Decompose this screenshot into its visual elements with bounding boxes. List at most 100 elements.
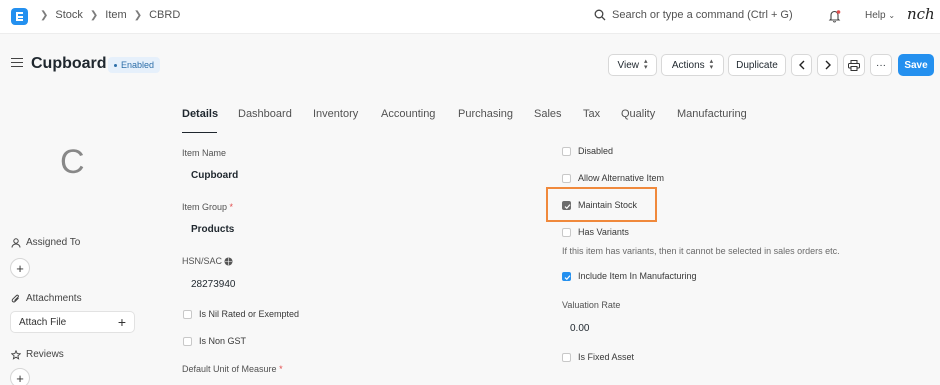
has-variants-checkbox[interactable]	[562, 228, 571, 237]
tab-dashboard[interactable]: Dashboard	[238, 108, 292, 120]
include-manufacturing-label: Include Item In Manufacturing	[578, 271, 697, 281]
search-placeholder: Search or type a command (Ctrl + G)	[612, 9, 793, 21]
assigned-to-heading: Assigned To	[11, 237, 80, 248]
maintain-stock-checkbox[interactable]	[562, 201, 571, 210]
tab-quality[interactable]: Quality	[621, 108, 655, 120]
active-tab-indicator	[182, 132, 217, 133]
check-icon	[564, 274, 570, 280]
nil-rated-checkbox[interactable]	[183, 310, 192, 319]
duplicate-label: Duplicate	[736, 59, 778, 71]
tab-inventory[interactable]: Inventory	[313, 108, 358, 120]
globe-icon	[224, 257, 233, 266]
tab-sales[interactable]: Sales	[534, 108, 562, 120]
app-logo[interactable]	[11, 8, 28, 25]
required-asterisk: *	[279, 364, 283, 374]
tab-manufacturing[interactable]: Manufacturing	[677, 108, 747, 120]
item-group-label: Item Group	[182, 202, 228, 212]
non-gst-checkbox[interactable]	[183, 337, 192, 346]
item-name-field[interactable]: Cupboard	[191, 170, 238, 181]
tab-accounting[interactable]: Accounting	[381, 108, 435, 120]
status-badge: Enabled	[108, 57, 161, 73]
item-group-label-wrap: Item Group *	[182, 202, 233, 212]
user-icon	[11, 237, 21, 248]
check-icon	[564, 203, 570, 209]
reviews-heading: Reviews	[11, 349, 64, 360]
plus-icon: +	[16, 260, 24, 276]
tab-details[interactable]: Details	[182, 108, 218, 120]
duplicate-button[interactable]: Duplicate	[728, 54, 786, 76]
actions-button[interactable]: Actions ▴ ▾	[661, 54, 724, 76]
hsn-label: HSN/SAC	[182, 256, 223, 266]
breadcrumb: ❯ Stock ❯ Item ❯ CBRD	[40, 9, 180, 21]
chevron-right-icon: ❯	[133, 9, 143, 21]
navbar: ❯ Stock ❯ Item ❯ CBRD Search or type a c…	[0, 0, 940, 34]
print-button[interactable]	[843, 54, 865, 76]
uom-label: Default Unit of Measure	[182, 364, 277, 374]
item-avatar: C	[60, 143, 85, 181]
printer-icon	[848, 59, 860, 71]
view-label: View	[617, 59, 639, 71]
search-bar[interactable]: Search or type a command (Ctrl + G)	[594, 9, 793, 21]
caret-updown-icon: ▴ ▾	[709, 58, 714, 71]
breadcrumb-item[interactable]: Item	[105, 9, 126, 21]
status-label: Enabled	[121, 60, 155, 70]
tab-purchasing[interactable]: Purchasing	[458, 108, 513, 120]
attach-file-button[interactable]: Attach File +	[10, 311, 135, 333]
view-button[interactable]: View ▴ ▾	[608, 54, 657, 76]
actions-label: Actions	[671, 59, 705, 71]
more-button[interactable]: ···	[870, 54, 892, 76]
attachments-label: Attachments	[26, 293, 82, 304]
previous-button[interactable]	[791, 54, 812, 76]
valuation-rate-label: Valuation Rate	[562, 300, 621, 310]
chevron-right-icon: ❯	[89, 9, 99, 21]
next-button[interactable]	[817, 54, 838, 76]
star-icon	[11, 349, 21, 360]
breadcrumb-stock[interactable]: Stock	[55, 9, 83, 21]
disabled-checkbox[interactable]	[562, 147, 571, 156]
has-variants-label: Has Variants	[578, 227, 629, 237]
user-avatar[interactable]: nch	[907, 5, 935, 23]
fixed-asset-checkbox[interactable]	[562, 353, 571, 362]
disabled-label: Disabled	[578, 146, 614, 156]
caret-updown-icon: ▴ ▾	[643, 58, 648, 71]
allow-alternative-label: Allow Alternative Item	[578, 173, 665, 183]
hsn-label-wrap: HSN/SAC	[182, 256, 233, 266]
hsn-field[interactable]: 28273940	[191, 279, 236, 290]
add-assignee-button[interactable]: +	[10, 258, 30, 278]
chevron-left-icon	[798, 60, 804, 70]
chevron-down-icon: ⌄	[888, 11, 896, 20]
non-gst-label: Is Non GST	[199, 336, 247, 346]
breadcrumb-cbrd[interactable]: CBRD	[149, 9, 180, 21]
attach-file-label: Attach File	[19, 316, 67, 328]
more-label: ···	[876, 59, 886, 71]
paperclip-icon	[11, 294, 19, 302]
bell-icon[interactable]	[828, 9, 841, 23]
item-group-field[interactable]: Products	[191, 224, 234, 235]
valuation-rate-field[interactable]: 0.00	[570, 323, 589, 334]
page-title: Cupboard	[31, 55, 107, 72]
save-label: Save	[904, 59, 928, 71]
variants-help-text: If this item has variants, then it canno…	[562, 246, 840, 256]
attachments-heading: Attachments	[11, 293, 82, 304]
tab-tax[interactable]: Tax	[583, 108, 600, 120]
add-review-button[interactable]: +	[10, 368, 30, 385]
assigned-to-label: Assigned To	[26, 237, 81, 248]
fixed-asset-label: Is Fixed Asset	[578, 352, 635, 362]
item-name-label: Item Name	[182, 148, 227, 158]
maintain-stock-label: Maintain Stock	[578, 200, 638, 210]
nil-rated-label: Is Nil Rated or Exempted	[199, 309, 300, 319]
menu-icon[interactable]	[11, 58, 23, 67]
required-asterisk: *	[229, 202, 234, 212]
help-label: Help	[865, 10, 886, 21]
chevron-right-icon: ❯	[40, 9, 49, 21]
plus-icon: +	[117, 314, 126, 330]
reviews-label: Reviews	[26, 349, 64, 360]
allow-alternative-checkbox[interactable]	[562, 174, 571, 183]
uom-label-wrap: Default Unit of Measure *	[182, 364, 283, 374]
help-menu[interactable]: Help ⌄	[865, 10, 895, 21]
include-manufacturing-checkbox[interactable]	[562, 272, 571, 281]
save-button[interactable]: Save	[898, 54, 934, 76]
chevron-right-icon	[825, 60, 831, 70]
plus-icon: +	[16, 370, 24, 385]
search-icon	[594, 9, 606, 21]
